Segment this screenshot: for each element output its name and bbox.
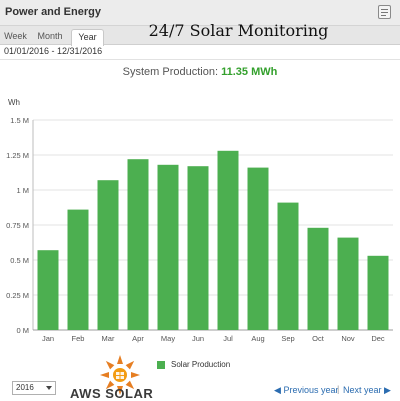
x-tick-label: Aug xyxy=(251,334,264,343)
x-tick-label: Dec xyxy=(371,334,385,343)
bar-sep xyxy=(277,202,299,330)
production-value: 11.35 MWh xyxy=(221,66,278,78)
nav-divider: | xyxy=(337,384,340,394)
y-tick-label: 0.5 M xyxy=(10,256,29,265)
y-tick-label: 1.25 M xyxy=(6,151,29,160)
previous-year-label: Previous year xyxy=(283,385,339,395)
x-tick-label: Jul xyxy=(223,334,233,343)
bar-oct xyxy=(307,227,329,330)
production-label: System Production: xyxy=(122,66,219,78)
x-tick-label: Sep xyxy=(281,334,294,343)
banner-title: 24/7 Solar Monitoring xyxy=(148,21,329,40)
tab-week[interactable]: Week xyxy=(2,29,29,45)
chart-legend[interactable]: Solar Production xyxy=(157,360,230,369)
bar-apr xyxy=(127,159,149,330)
app-title: Power and Energy xyxy=(5,6,101,18)
x-tick-label: Apr xyxy=(132,334,144,343)
bar-nov xyxy=(337,237,359,330)
bar-jul xyxy=(217,150,239,330)
bar-feb xyxy=(67,209,89,330)
chevron-down-icon xyxy=(46,386,52,390)
production-chart: 0 M 0.25 M 0.5 M 0.75 M 1 M 1.25 M 1.5 M Jan Feb… xyxy=(6,116,393,343)
bar-jun xyxy=(187,166,209,330)
tab-year[interactable]: Year xyxy=(71,29,104,46)
system-production: System Production: 11.35 MWh xyxy=(0,66,400,78)
divider xyxy=(0,59,400,60)
y-tick-label: 1.5 M xyxy=(10,116,29,125)
previous-year-link[interactable]: ◀ Previous year xyxy=(274,385,338,396)
next-year-link[interactable]: Next year ▶ xyxy=(343,385,391,396)
year-select-value: 2016 xyxy=(16,383,34,392)
x-tick-label: May xyxy=(161,334,175,343)
bar-may xyxy=(157,164,179,330)
x-tick-label: Jun xyxy=(192,334,204,343)
bar-aug xyxy=(247,167,269,330)
y-tick-label: 1 M xyxy=(16,186,29,195)
chevron-left-icon: ◀ xyxy=(274,385,281,395)
y-tick-label: 0.75 M xyxy=(6,221,29,230)
x-tick-label: Oct xyxy=(312,334,325,343)
x-tick-label: Nov xyxy=(341,334,355,343)
date-range: 01/01/2016 - 12/31/2016 xyxy=(4,46,103,56)
export-icon[interactable] xyxy=(378,5,391,19)
bar-dec xyxy=(367,255,389,330)
y-tick-label: 0.25 M xyxy=(6,291,29,300)
year-select[interactable]: 2016 xyxy=(12,381,56,395)
x-tick-label: Jan xyxy=(42,334,54,343)
x-tick-label: Feb xyxy=(72,334,85,343)
x-tick-label: Mar xyxy=(102,334,115,343)
y-tick-label: 0 M xyxy=(16,326,29,335)
next-year-label: Next year xyxy=(343,385,382,395)
bar-mar xyxy=(97,180,119,330)
legend-label: Solar Production xyxy=(171,360,231,369)
logo-text: AWS SOLAR xyxy=(70,386,154,401)
bar-jan xyxy=(37,250,59,330)
chevron-right-icon: ▶ xyxy=(384,385,391,395)
tab-month[interactable]: Month xyxy=(32,29,68,45)
